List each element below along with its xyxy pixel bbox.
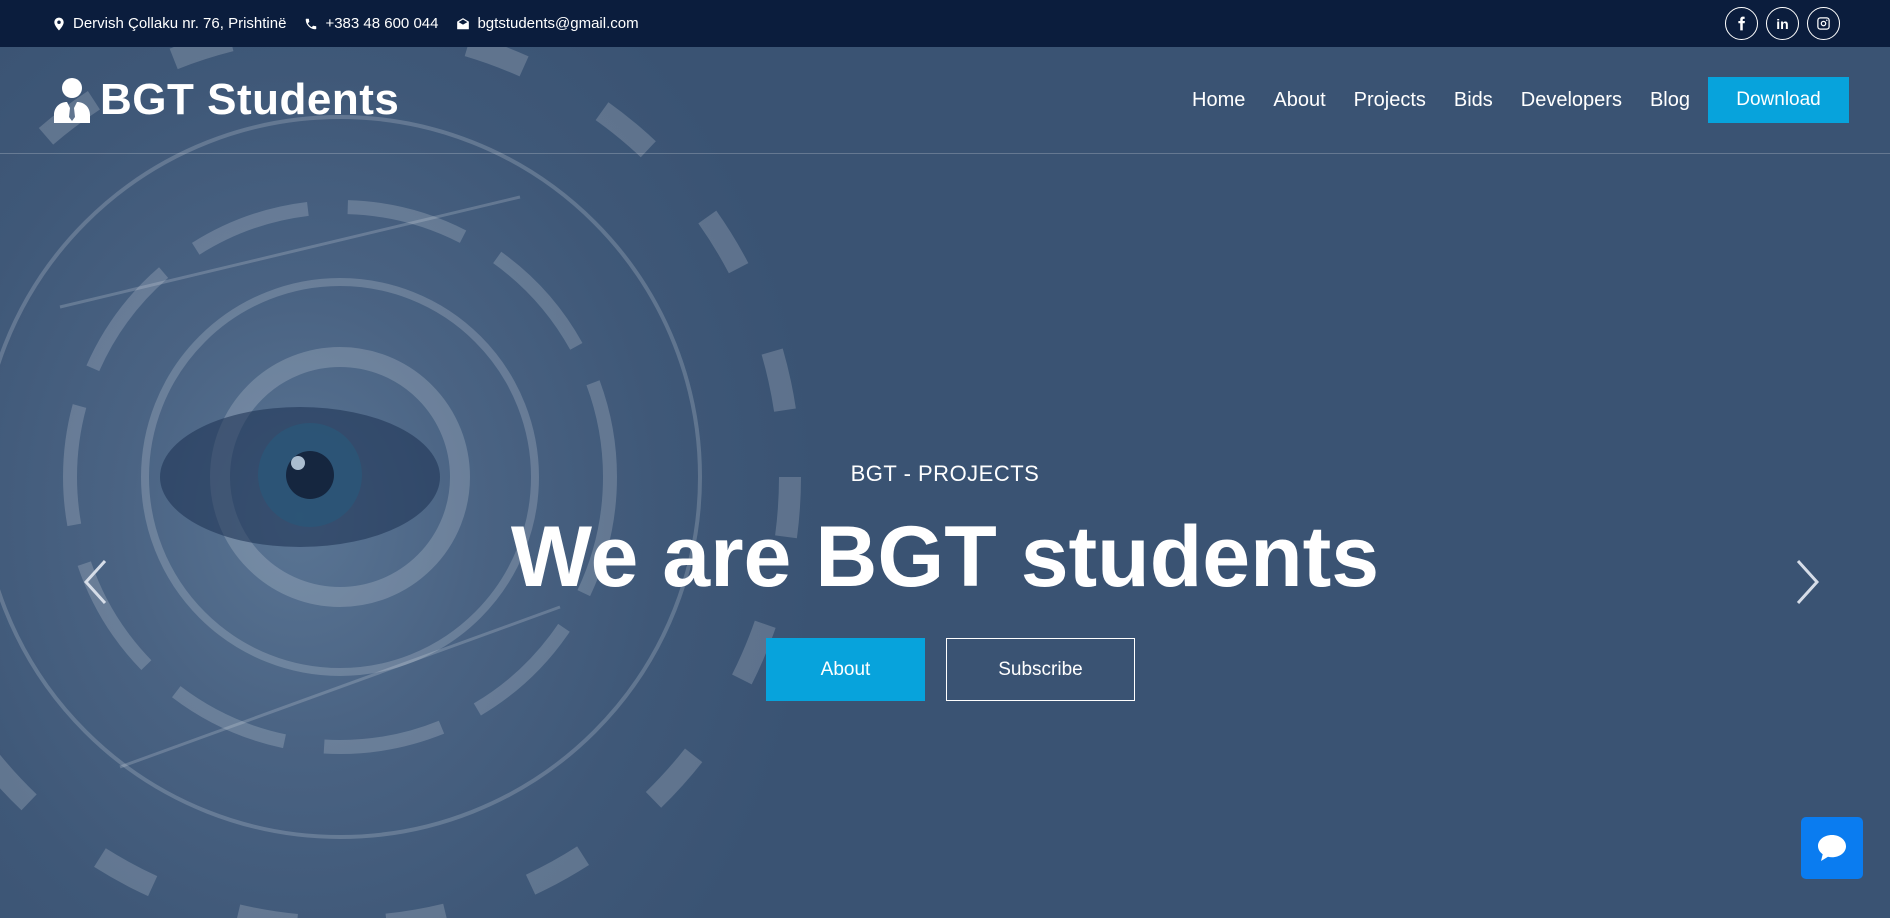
nav-item-bids[interactable]: Bids — [1454, 89, 1493, 112]
brand-logo[interactable]: BGT Students — [52, 75, 399, 125]
facebook-icon — [1738, 16, 1745, 31]
brand-name: BGT Students — [100, 75, 400, 124]
linkedin-icon: in — [1776, 15, 1789, 32]
carousel-next-button[interactable] — [1793, 557, 1823, 607]
contact-info: Dervish Çollaku nr. 76, Prishtinë +383 4… — [52, 15, 639, 32]
nav-item-about[interactable]: About — [1273, 89, 1325, 112]
facebook-link[interactable] — [1725, 7, 1758, 40]
hero-buttons: About Subscribe — [766, 638, 1135, 701]
address-text: Dervish Çollaku nr. 76, Prishtinë — [73, 15, 287, 32]
address-item: Dervish Çollaku nr. 76, Prishtinë — [52, 15, 286, 32]
phone-item[interactable]: +383 48 600 044 — [304, 15, 438, 32]
main-navbar: BGT Students Home About Projects Bids De… — [0, 47, 1890, 154]
about-button[interactable]: About — [766, 638, 925, 701]
user-tie-icon — [54, 78, 90, 123]
nav-item-home[interactable]: Home — [1192, 89, 1245, 112]
nav-item-blog[interactable]: Blog — [1650, 89, 1690, 112]
top-bar: Dervish Çollaku nr. 76, Prishtinë +383 4… — [0, 0, 1890, 47]
chat-bubble-icon — [1818, 835, 1846, 861]
chevron-left-icon — [83, 559, 107, 605]
instagram-icon — [1817, 17, 1830, 30]
nav-menu: Home About Projects Bids Developers Blog… — [1192, 77, 1849, 123]
envelope-icon — [457, 17, 470, 29]
email-text[interactable]: bgtstudents@gmail.com — [477, 15, 638, 32]
subscribe-button[interactable]: Subscribe — [946, 638, 1135, 701]
download-button[interactable]: Download — [1708, 77, 1849, 123]
carousel-prev-button[interactable] — [80, 557, 110, 607]
nav-item-projects[interactable]: Projects — [1354, 89, 1426, 112]
map-pin-icon — [54, 17, 64, 30]
chat-widget-button[interactable] — [1801, 817, 1863, 879]
instagram-link[interactable] — [1807, 7, 1840, 40]
hero-headline: We are BGT students — [510, 509, 1380, 605]
social-links: in — [1725, 7, 1840, 40]
email-item[interactable]: bgtstudents@gmail.com — [456, 15, 639, 32]
phone-text[interactable]: +383 48 600 044 — [325, 15, 438, 32]
phone-icon — [306, 18, 317, 29]
chevron-right-icon — [1796, 559, 1820, 605]
linkedin-link[interactable]: in — [1766, 7, 1799, 40]
hero-subtitle: BGT - PROJECTS — [850, 461, 1040, 486]
nav-item-developers[interactable]: Developers — [1521, 89, 1622, 112]
